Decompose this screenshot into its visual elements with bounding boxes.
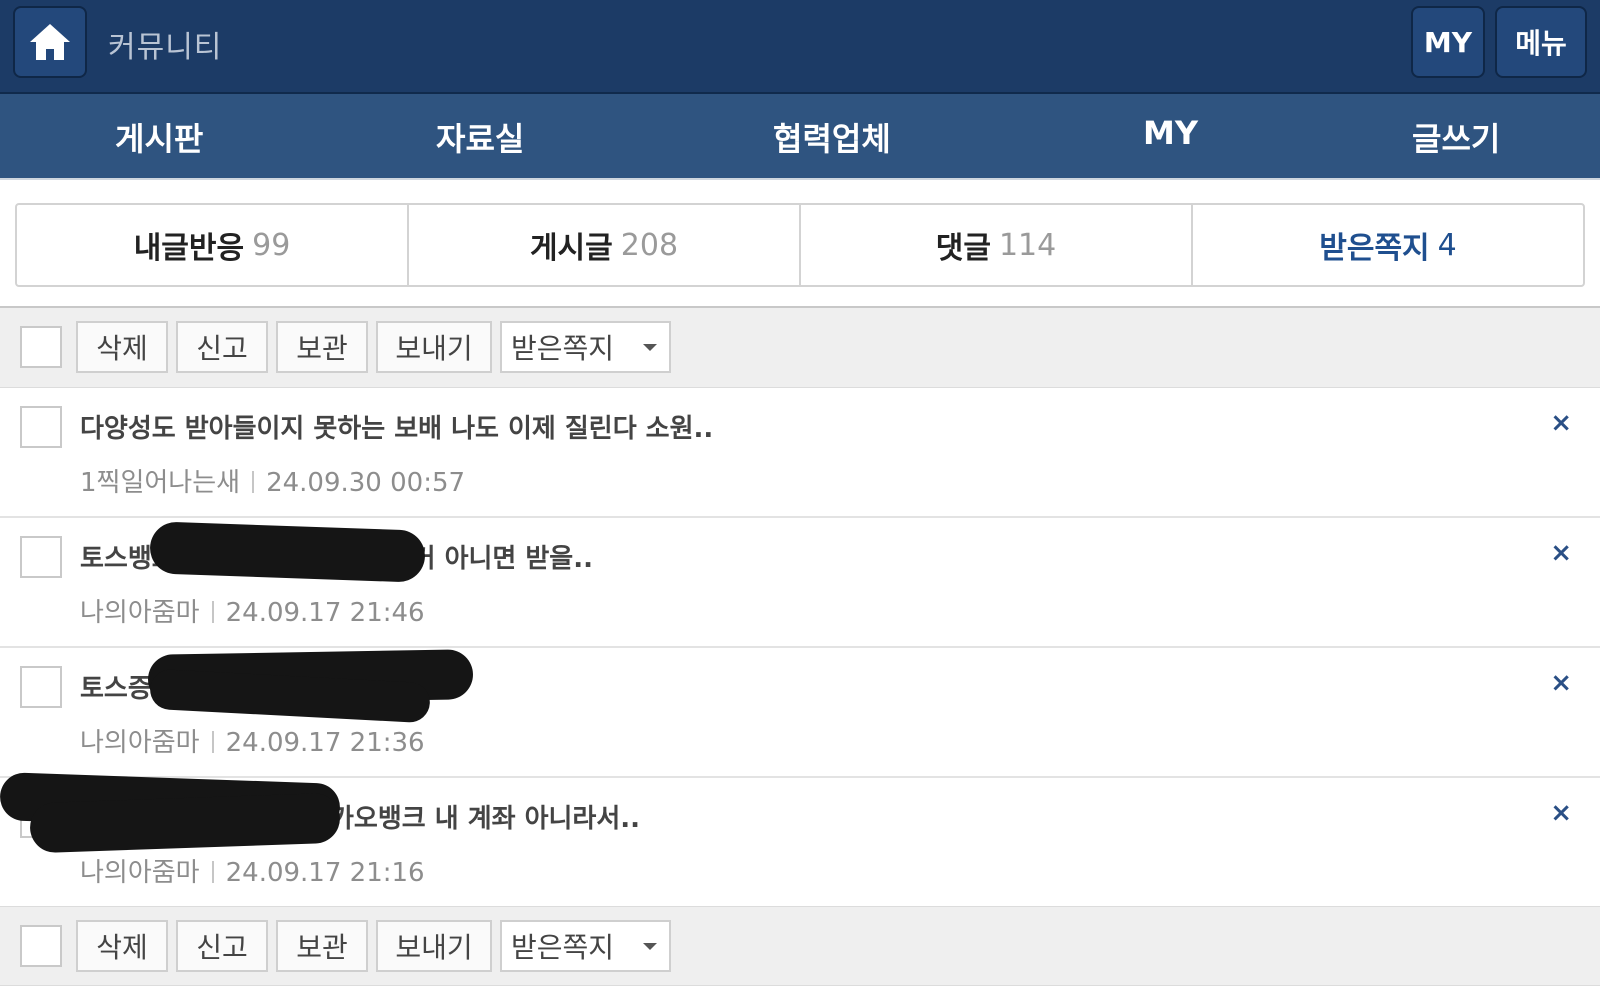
nav-item-my[interactable]: MY (1143, 114, 1198, 152)
close-icon[interactable]: × (1550, 538, 1572, 568)
action-toolbar-top: 삭제 신고 보관 보내기 받은쪽지 (0, 308, 1600, 388)
tab-posts[interactable]: 게시글 208 (409, 205, 801, 285)
message-row[interactable]: 다양성도 받아들이지 못하는 보배 나도 이제 질린다 소원.. 1찍일어나는새… (0, 388, 1600, 518)
nav-item-board[interactable]: 게시판 (115, 114, 203, 160)
send-button[interactable]: 보내기 (376, 920, 492, 972)
home-button[interactable] (13, 6, 87, 78)
redaction-mark (29, 792, 341, 854)
tab-label: 받은쪽지 (1319, 231, 1430, 266)
message-title-end: 카오뱅크 내 계좌 아니라서.. (330, 804, 641, 834)
send-button[interactable]: 보내기 (376, 321, 492, 373)
caret-down-icon (643, 344, 657, 351)
folder-select-value: 받은쪽지 (511, 332, 615, 365)
tab-label: 내글반응 (133, 231, 245, 266)
message-date: 24.09.17 21:16 (225, 858, 425, 888)
main-nav: 게시판 자료실 협력업체 MY 글쓰기 (0, 94, 1600, 180)
message-date: 24.09.17 21:46 (225, 598, 425, 628)
tab-count: 4 (1437, 227, 1457, 263)
delete-button[interactable]: 삭제 (76, 321, 168, 373)
message-sender: 나의아줌마 (80, 598, 200, 628)
meta-separator (211, 861, 214, 883)
top-bar: 커뮤니티 MY 메뉴 (0, 0, 1600, 94)
folder-select-value: 받은쪽지 (511, 931, 615, 964)
my-button[interactable]: MY (1411, 6, 1485, 78)
tab-comments[interactable]: 댓글 114 (801, 205, 1193, 285)
message-row[interactable]: 토스뱅크 이거 아니면 받을.. 나의아줌마 24.09.17 21:46 × (0, 518, 1600, 648)
menu-button[interactable]: 메뉴 (1495, 6, 1587, 78)
meta-separator (211, 601, 214, 623)
message-row[interactable]: 카오뱅크 내 계좌 아니라서.. 나의아줌마 24.09.17 21:16 × (0, 772, 1600, 908)
meta-separator (211, 731, 214, 753)
message-date: 24.09.30 00:57 (266, 468, 466, 498)
message-title[interactable]: 다양성도 받아들이지 못하는 보배 나도 이제 질린다 소원.. (80, 408, 713, 445)
message-sender: 나의아줌마 (80, 858, 200, 888)
message-date: 24.09.17 21:36 (225, 728, 425, 758)
close-icon[interactable]: × (1550, 408, 1572, 438)
message-sender: 1찍일어나는새 (80, 468, 241, 498)
nav-item-archive[interactable]: 자료실 (436, 114, 524, 160)
page-title: 커뮤니티 (108, 30, 223, 65)
message-checkbox[interactable] (20, 406, 62, 448)
nav-item-write[interactable]: 글쓰기 (1412, 114, 1500, 160)
message-checkbox[interactable] (20, 536, 62, 578)
message-tabs: 내글반응 99 게시글 208 댓글 114 받은쪽지 4 (15, 203, 1585, 287)
tab-count: 114 (998, 227, 1057, 263)
tab-my-reactions[interactable]: 내글반응 99 (17, 205, 409, 285)
nav-item-partners[interactable]: 협력업체 (773, 114, 891, 160)
message-sender: 나의아줌마 (80, 728, 200, 758)
message-row[interactable]: 토스증 나의아줌마 24.09.17 21:36 × (0, 648, 1600, 778)
report-button[interactable]: 신고 (176, 920, 268, 972)
tab-label: 댓글 (935, 231, 991, 266)
archive-button[interactable]: 보관 (276, 321, 368, 373)
tab-count: 99 (252, 227, 291, 263)
message-meta: 1찍일어나는새 24.09.30 00:57 (80, 462, 465, 499)
message-meta: 나의아줌마 24.09.17 21:16 (80, 852, 425, 889)
tab-label: 게시글 (529, 231, 613, 266)
caret-down-icon (643, 943, 657, 950)
folder-select[interactable]: 받은쪽지 (500, 321, 671, 373)
message-meta: 나의아줌마 24.09.17 21:36 (80, 722, 425, 759)
home-icon (30, 24, 70, 60)
tab-count: 208 (620, 227, 679, 263)
archive-button[interactable]: 보관 (276, 920, 368, 972)
select-all-checkbox[interactable] (20, 326, 62, 368)
select-all-checkbox[interactable] (20, 925, 62, 967)
message-title[interactable]: 토스증 (80, 668, 152, 705)
message-meta: 나의아줌마 24.09.17 21:46 (80, 592, 425, 629)
report-button[interactable]: 신고 (176, 321, 268, 373)
close-icon[interactable]: × (1550, 798, 1572, 828)
redaction-mark (149, 521, 426, 583)
meta-separator (252, 471, 255, 493)
delete-button[interactable]: 삭제 (76, 920, 168, 972)
action-toolbar-bottom: 삭제 신고 보관 보내기 받은쪽지 (0, 906, 1600, 986)
message-checkbox[interactable] (20, 666, 62, 708)
tab-received-messages[interactable]: 받은쪽지 4 (1193, 205, 1583, 285)
folder-select[interactable]: 받은쪽지 (500, 920, 671, 972)
close-icon[interactable]: × (1550, 668, 1572, 698)
